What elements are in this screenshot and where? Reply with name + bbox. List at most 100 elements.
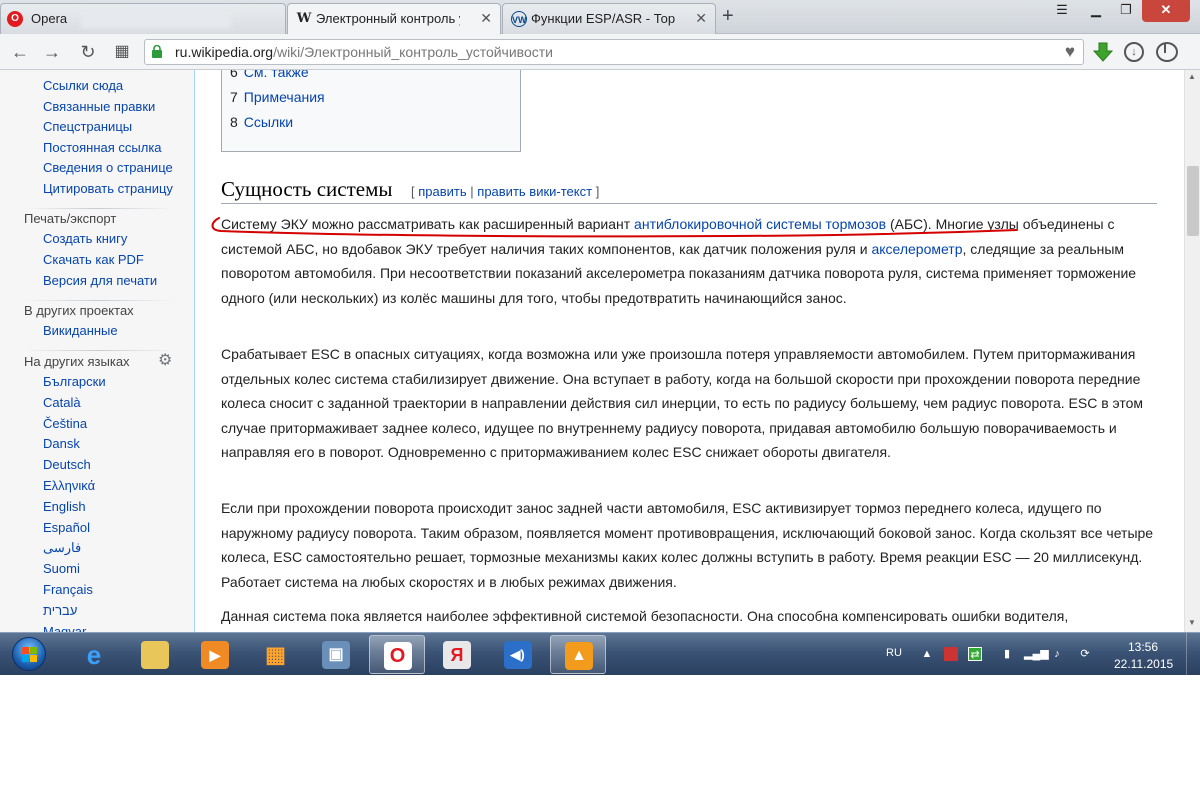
sidebar-tool-link[interactable]: Цитировать страницу (43, 181, 173, 197)
edit-source-link[interactable]: править вики-текст (477, 184, 592, 199)
sidebar-language-link[interactable]: Français (43, 582, 93, 598)
avast-icon: ▲ (565, 642, 593, 670)
paragraph-3: Если при прохождении поворота происходит… (221, 500, 1154, 590)
sidebar-divider (24, 350, 174, 351)
clock-date[interactable]: 22.11.2015 (1114, 657, 1173, 671)
paragraph-1: Систему ЭКУ можно рассматривать как расш… (221, 212, 1161, 310)
sidebar-print-link[interactable]: Версия для печати (43, 273, 157, 289)
minimize-button[interactable]: ▁ (1082, 0, 1110, 22)
tab-volkswagen[interactable]: VW Функции ESP/ASR - Тормо ✕ (502, 3, 716, 34)
taskbar-app-button[interactable] (127, 635, 183, 674)
new-tab-button[interactable]: + (722, 6, 734, 26)
scroll-thumb[interactable] (1187, 166, 1199, 236)
sidebar-language-link[interactable]: עברית (43, 603, 77, 619)
logo-tile (30, 647, 37, 654)
sidebar-language-link[interactable]: فارسی (43, 540, 81, 556)
taskbar-app-button[interactable]: Я (429, 635, 485, 674)
close-tab-icon[interactable]: ✕ (480, 4, 492, 33)
bracket: [ (410, 184, 415, 199)
sidebar-language-link[interactable]: Suomi (43, 561, 80, 577)
download-arrow-icon[interactable] (1092, 41, 1114, 63)
taskbar-app-button[interactable]: ◀) (490, 635, 546, 674)
taskbar-app-button[interactable]: ▦ (248, 635, 304, 674)
media-player-icon: ▶ (201, 641, 229, 669)
power-menu-icon[interactable] (1156, 42, 1178, 62)
speed-dial-grid-icon[interactable]: ▦ (110, 40, 134, 64)
toc-number: 6 (230, 70, 238, 80)
scroll-down-arrow-icon[interactable]: ▼ (1188, 618, 1196, 627)
close-window-button[interactable]: ✕ (1142, 0, 1190, 22)
download-manager-icon[interactable]: ↓ (1124, 42, 1144, 62)
browser-toolbar: ← → ↻ ▦ ru.wikipedia.org/wiki/Электронны… (0, 34, 1200, 70)
toc-item[interactable]: 7 Примечания (230, 88, 325, 106)
network-signal-icon[interactable]: ▂▄▆ (1024, 647, 1049, 661)
sidebar-language-link[interactable]: Čeština (43, 416, 87, 432)
tab-wikipedia[interactable]: W Электронный контроль ус ✕ (287, 3, 501, 35)
toc-item[interactable]: 8 Ссылки (230, 113, 293, 131)
sidebar-tool-link[interactable]: Спецстраницы (43, 119, 132, 135)
forward-arrow-icon[interactable]: → (40, 40, 64, 64)
sidebar-print-link[interactable]: Скачать как PDF (43, 252, 144, 268)
tray-switch-icon[interactable]: ⇄ (968, 647, 982, 661)
logo-tile (22, 647, 29, 654)
gear-icon[interactable]: ⚙ (158, 353, 172, 369)
sidebar-print-link[interactable]: Создать книгу (43, 231, 127, 247)
sidebar-language-link[interactable]: Български (43, 374, 106, 390)
keyboard-language[interactable]: RU (886, 647, 902, 659)
sidebar-tool-link[interactable]: Постоянная ссылка (43, 140, 162, 156)
tab-title: Функции ESP/ASR - Тормо (531, 11, 675, 26)
logo-tile (30, 655, 37, 662)
sidebar-language-link[interactable]: Magyar (43, 624, 86, 632)
taskbar-app-button[interactable]: e (66, 635, 122, 674)
url-text: ru.wikipedia.org/wiki/Электронный_контро… (175, 44, 553, 60)
sidebar-language-link[interactable]: English (43, 499, 86, 515)
taskbar-app-button[interactable]: O (368, 635, 425, 674)
accelerometer-link[interactable]: акселерометр (871, 241, 962, 257)
tab-menu-icon[interactable]: ☰ (1052, 0, 1072, 22)
tray-app-icon[interactable] (944, 647, 958, 661)
address-bar[interactable]: ru.wikipedia.org/wiki/Электронный_контро… (144, 39, 1084, 65)
toc-link[interactable]: Ссылки (244, 114, 293, 130)
sidebar-language-link[interactable]: Español (43, 520, 90, 536)
edit-link[interactable]: править (418, 184, 466, 199)
toc-link[interactable]: См. также (244, 70, 309, 80)
sidebar-language-link[interactable]: Deutsch (43, 457, 91, 473)
sync-icon[interactable]: ⟳ (1078, 647, 1092, 661)
battery-icon[interactable]: ▮ (1000, 647, 1014, 661)
page-scrollbar[interactable]: ▲ ▼ (1184, 70, 1200, 632)
heart-icon[interactable]: ♥ (1065, 42, 1075, 62)
article-content: 6 См. также 7 Примечания 8 Ссылки Сущность си… (194, 70, 1184, 632)
sidebar-language-link[interactable]: Català (43, 395, 81, 411)
clock-time[interactable]: 13:56 (1128, 640, 1158, 654)
start-button[interactable] (4, 633, 52, 675)
tray-arrow-icon[interactable]: ▲ (920, 647, 934, 661)
web-page: Ссылки сюда Связанные правки Спецстраницы П… (0, 70, 1184, 632)
taskbar-app-button[interactable]: ▲ (550, 635, 606, 674)
windows-taskbar: e ▶ ▦ ▣ O Я ◀) ▲ RU ▲ ⇄ ▮ ▂▄▆ ♪ ⟳ 13:56 22.11.2… (0, 632, 1200, 675)
windows-logo-icon (12, 637, 46, 671)
audio-app-icon: ◀) (503, 641, 532, 669)
wikipedia-w-icon: W (296, 11, 312, 26)
close-tab-icon[interactable]: ✕ (695, 4, 707, 33)
sidebar-tool-link[interactable]: Ссылки сюда (43, 78, 123, 94)
reload-icon[interactable]: ↻ (76, 40, 100, 64)
toc-link[interactable]: Примечания (244, 89, 325, 105)
toc-item[interactable]: 6 См. также (230, 70, 309, 81)
tab-opera[interactable]: O Opera (0, 3, 286, 34)
show-desktop-button[interactable] (1186, 633, 1200, 675)
sidebar-tool-link[interactable]: Связанные правки (43, 99, 155, 115)
section-heading: Сущность системы [ править | править вик… (221, 176, 1157, 204)
abs-link[interactable]: антиблокировочной системы тормозов (634, 216, 886, 232)
sidebar-language-link[interactable]: Dansk (43, 436, 80, 452)
taskbar-app-button[interactable]: ▶ (187, 635, 243, 674)
maximize-button[interactable]: ❐ (1112, 0, 1140, 22)
network-pc-icon: ▣ (322, 641, 350, 669)
back-arrow-icon[interactable]: ← (8, 40, 32, 64)
opera-icon: O (383, 642, 412, 670)
sidebar-language-link[interactable]: Ελληνικά (43, 478, 95, 494)
taskbar-app-button[interactable]: ▣ (308, 635, 364, 674)
sidebar-tool-link[interactable]: Сведения о странице (43, 160, 173, 176)
scroll-up-arrow-icon[interactable]: ▲ (1188, 72, 1196, 81)
volume-icon[interactable]: ♪ (1050, 647, 1064, 661)
sidebar-project-link[interactable]: Викиданные (43, 323, 118, 339)
